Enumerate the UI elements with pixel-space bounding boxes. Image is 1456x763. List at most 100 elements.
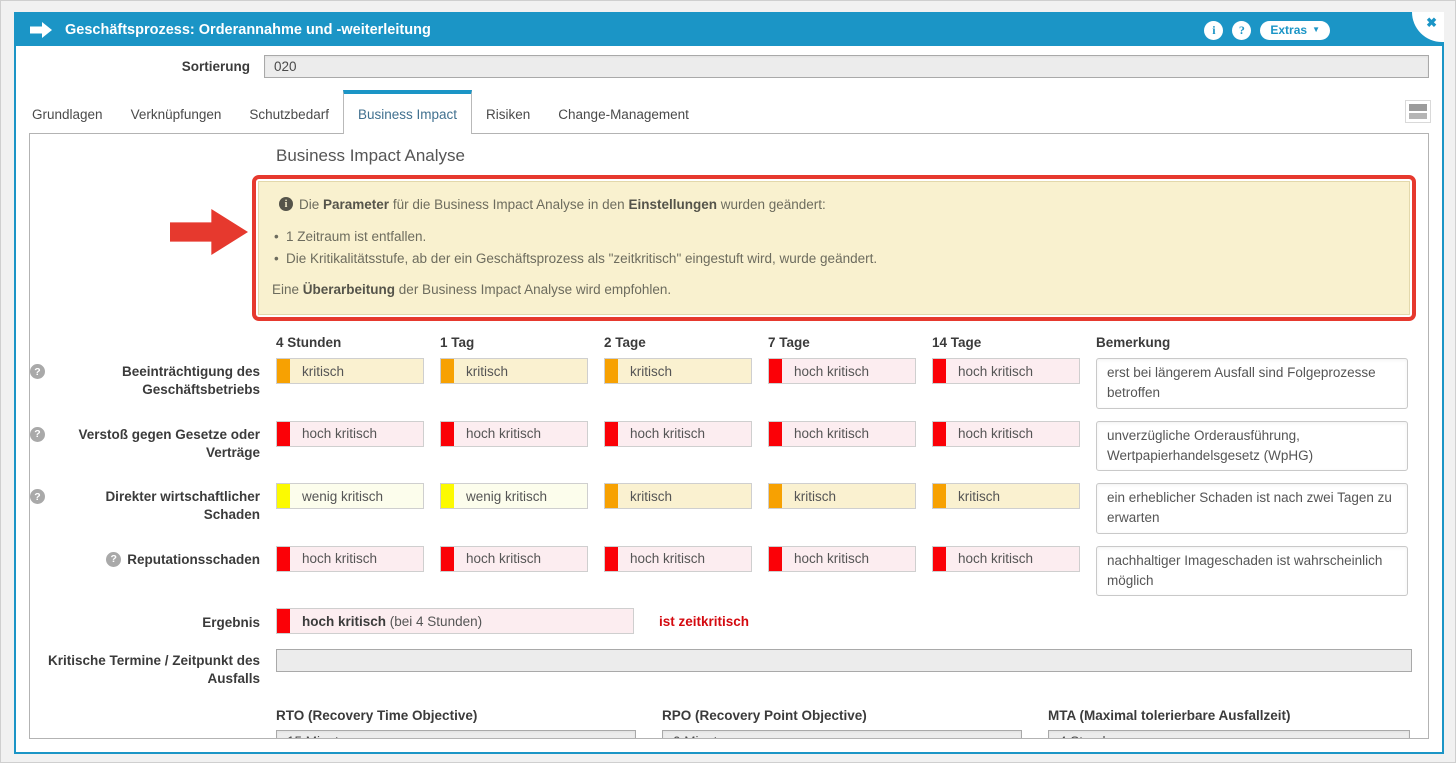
criticality-cell[interactable]: kritisch bbox=[276, 358, 424, 384]
sortierung-label: Sortierung bbox=[16, 59, 250, 74]
ergebnis-label: Ergebnis bbox=[30, 608, 260, 632]
criticality-cell[interactable]: hoch kritisch bbox=[932, 358, 1080, 384]
criticality-cell[interactable]: hoch kritisch bbox=[604, 546, 752, 572]
criticality-stripe bbox=[769, 422, 782, 446]
criticality-cell[interactable]: kritisch bbox=[604, 358, 752, 384]
criticality-cell[interactable]: hoch kritisch bbox=[768, 358, 916, 384]
criticality-stripe bbox=[605, 422, 618, 446]
question-help-icon[interactable]: ? bbox=[30, 489, 45, 504]
criticality-stripe bbox=[277, 547, 290, 571]
help-icon[interactable]: ? bbox=[1232, 21, 1251, 40]
rpo-label: RPO (Recovery Point Objective) bbox=[662, 708, 1022, 723]
window-title: Geschäftsprozess: Orderannahme und -weit… bbox=[65, 22, 431, 38]
question-help-icon[interactable]: ? bbox=[106, 552, 121, 567]
info-circle-icon: i bbox=[279, 197, 293, 211]
tab-business-impact[interactable]: Business Impact bbox=[343, 90, 472, 134]
criticality-cell[interactable]: hoch kritisch bbox=[768, 546, 916, 572]
matrix-row-label: ? Verstoß gegen Gesetze oder Verträge bbox=[30, 421, 260, 462]
rto-value-field[interactable]: 15 Minuten bbox=[276, 730, 636, 739]
matrix-row-label: ? Direkter wirtschaftlicher Schaden bbox=[30, 483, 260, 524]
notice-intro: i Die Parameter für die Business Impact … bbox=[272, 195, 1393, 215]
criticality-cell[interactable]: hoch kritisch bbox=[276, 421, 424, 447]
criticality-cell[interactable]: hoch kritisch bbox=[768, 421, 916, 447]
criticality-stripe bbox=[605, 484, 618, 508]
criticality-cell[interactable]: wenig kritisch bbox=[440, 483, 588, 509]
rpo-value-field[interactable]: 0 Minuten bbox=[662, 730, 1022, 739]
criticality-stripe bbox=[277, 422, 290, 446]
tab-grundlagen[interactable]: Grundlagen bbox=[18, 90, 117, 134]
remark-field[interactable]: ein erheblicher Schaden ist nach zwei Ta… bbox=[1096, 483, 1408, 534]
criticality-cell[interactable]: hoch kritisch bbox=[276, 546, 424, 572]
criticality-stripe bbox=[277, 484, 290, 508]
question-help-icon[interactable]: ? bbox=[30, 364, 45, 379]
ergebnis-value: hoch kritisch bbox=[302, 614, 386, 629]
column-header: 4 Stunden bbox=[276, 335, 424, 350]
chevron-down-icon: ▼ bbox=[1312, 26, 1320, 34]
criticality-stripe bbox=[441, 422, 454, 446]
editor-window: Geschäftsprozess: Orderannahme und -weit… bbox=[14, 12, 1444, 754]
criticality-stripe bbox=[933, 547, 946, 571]
notice-bullet: 1 Zeitraum ist entfallen. bbox=[272, 226, 1393, 248]
red-annotation-box: i Die Parameter für die Business Impact … bbox=[252, 175, 1416, 321]
matrix-row: ? Verstoß gegen Gesetze oder Verträge ho… bbox=[30, 421, 1412, 472]
criticality-cell[interactable]: hoch kritisch bbox=[932, 546, 1080, 572]
parameter-change-notice: i Die Parameter für die Business Impact … bbox=[258, 181, 1410, 315]
mta-label: MTA (Maximal tolerierbare Ausfallzeit) bbox=[1048, 708, 1410, 723]
matrix-row-label: ? Beeinträchtigung des Geschäftsbetriebs bbox=[30, 358, 260, 399]
criticality-stripe bbox=[769, 359, 782, 383]
criticality-stripe bbox=[933, 422, 946, 446]
criticality-cell[interactable]: hoch kritisch bbox=[932, 421, 1080, 447]
matrix-row: ? Direkter wirtschaftlicher Schaden weni… bbox=[30, 483, 1412, 534]
tab-schutzbedarf[interactable]: Schutzbedarf bbox=[235, 90, 343, 134]
rto-column: RTO (Recovery Time Objective) 15 Minuten… bbox=[276, 708, 636, 739]
criticality-cell[interactable]: hoch kritisch bbox=[440, 546, 588, 572]
extras-button-label: Extras bbox=[1270, 23, 1307, 37]
tab-change-management[interactable]: Change-Management bbox=[544, 90, 703, 134]
tab-bar: GrundlagenVerknüpfungenSchutzbedarfBusin… bbox=[16, 90, 1442, 133]
question-help-icon[interactable]: ? bbox=[30, 427, 45, 442]
info-icon[interactable]: i bbox=[1204, 21, 1223, 40]
time-critical-flag: ist zeitkritisch bbox=[659, 614, 749, 629]
remark-field[interactable]: nachhaltiger Imageschaden ist wahrschein… bbox=[1096, 546, 1408, 597]
criticality-cell[interactable]: kritisch bbox=[440, 358, 588, 384]
matrix-row: ? Reputationsschaden hoch kritischhoch k… bbox=[30, 546, 1412, 597]
criticality-stripe bbox=[769, 484, 782, 508]
ergebnis-value-detail: (bei 4 Stunden) bbox=[386, 614, 482, 629]
criticality-stripe bbox=[277, 609, 290, 633]
notice-intro-text: Die Parameter für die Business Impact An… bbox=[299, 197, 826, 212]
notice-footer: Eine Überarbeitung der Business Impact A… bbox=[272, 280, 1393, 300]
criticality-stripe bbox=[933, 359, 946, 383]
notice-bullet: Die Kritikalitätsstufe, ab der ein Gesch… bbox=[272, 248, 1393, 270]
column-header: 1 Tag bbox=[440, 335, 588, 350]
desktop-background: { "window": { "title": "Geschäftsprozess… bbox=[0, 0, 1456, 763]
criticality-stripe bbox=[441, 484, 454, 508]
mta-value-field[interactable]: 4 Stunden bbox=[1048, 730, 1410, 739]
criticality-cell[interactable]: wenig kritisch bbox=[276, 483, 424, 509]
criticality-cell[interactable]: kritisch bbox=[768, 483, 916, 509]
criticality-cell[interactable]: hoch kritisch bbox=[604, 421, 752, 447]
column-header: 2 Tage bbox=[604, 335, 752, 350]
sortierung-input[interactable] bbox=[264, 55, 1429, 78]
business-impact-panel: Business Impact Analyse i Die Parameter … bbox=[29, 133, 1429, 739]
criticality-stripe bbox=[441, 547, 454, 571]
criticality-stripe bbox=[277, 359, 290, 383]
notice-bullet-list: 1 Zeitraum ist entfallen. Die Kritikalit… bbox=[272, 226, 1393, 270]
criticality-stripe bbox=[441, 359, 454, 383]
tab-risiken[interactable]: Risiken bbox=[472, 90, 544, 134]
criticality-cell[interactable]: kritisch bbox=[932, 483, 1080, 509]
title-bar: Geschäftsprozess: Orderannahme und -weit… bbox=[16, 14, 1442, 46]
criticality-stripe bbox=[605, 547, 618, 571]
kritische-termine-input[interactable] bbox=[276, 649, 1412, 672]
matrix-row: ? Beeinträchtigung des Geschäftsbetriebs… bbox=[30, 358, 1412, 409]
extras-button[interactable]: Extras ▼ bbox=[1260, 21, 1330, 40]
section-title: Business Impact Analyse bbox=[276, 146, 1412, 166]
criticality-stripe bbox=[933, 484, 946, 508]
criticality-cell[interactable]: hoch kritisch bbox=[440, 421, 588, 447]
column-header: 7 Tage bbox=[768, 335, 916, 350]
tab-verknüpfungen[interactable]: Verknüpfungen bbox=[117, 90, 236, 134]
remark-field[interactable]: erst bei längerem Ausfall sind Folgeproz… bbox=[1096, 358, 1408, 409]
red-arrow-annotation bbox=[170, 209, 248, 255]
remark-field[interactable]: unverzügliche Orderausführung, Wertpapie… bbox=[1096, 421, 1408, 472]
criticality-cell[interactable]: kritisch bbox=[604, 483, 752, 509]
close-icon[interactable]: ✖ bbox=[1426, 16, 1437, 29]
